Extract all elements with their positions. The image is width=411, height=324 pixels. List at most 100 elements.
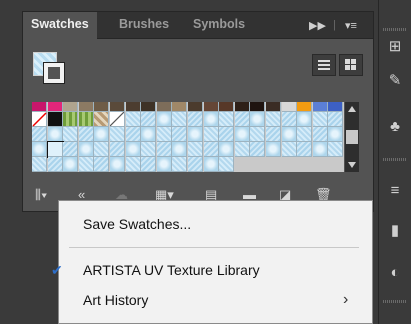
pattern-swatch[interactable] xyxy=(94,112,110,127)
pattern-swatch[interactable] xyxy=(63,157,79,172)
grid-view-button[interactable] xyxy=(339,54,363,76)
color-swatch[interactable] xyxy=(47,102,63,112)
pattern-swatch[interactable] xyxy=(281,112,297,127)
brush-panel-icon[interactable]: ✎ xyxy=(382,70,408,92)
fill-stroke-indicator[interactable] xyxy=(33,52,67,86)
pattern-swatch[interactable] xyxy=(328,112,344,127)
pattern-swatch[interactable] xyxy=(219,157,235,172)
pattern-swatch[interactable] xyxy=(219,112,235,127)
color-swatch[interactable] xyxy=(234,102,250,112)
color-swatch[interactable] xyxy=(281,102,297,112)
swatch-libraries-menu-icon[interactable]: ⫼▾ xyxy=(35,187,47,203)
stroke-swatch[interactable] xyxy=(43,62,65,84)
pattern-swatch[interactable] xyxy=(297,142,313,157)
color-swatch[interactable] xyxy=(32,102,47,112)
pattern-swatch[interactable] xyxy=(125,127,141,142)
pattern-swatch[interactable] xyxy=(110,127,125,142)
pattern-swatch[interactable] xyxy=(328,127,344,142)
pattern-swatch[interactable] xyxy=(172,157,188,172)
pattern-swatch[interactable] xyxy=(156,112,172,127)
pattern-swatch[interactable] xyxy=(156,157,172,172)
fast-forward-icon[interactable]: ▶▶ xyxy=(309,19,326,32)
menu-item-art-history[interactable]: Art History › xyxy=(59,288,372,312)
layers-panel-icon[interactable]: ⊞ xyxy=(382,36,408,58)
pattern-swatch[interactable] xyxy=(47,127,63,142)
scrollbar-thumb[interactable] xyxy=(346,130,358,144)
pattern-swatch[interactable] xyxy=(78,142,94,157)
pattern-swatch[interactable] xyxy=(312,142,328,157)
symbols-panel-icon[interactable]: ♣ xyxy=(382,116,408,138)
pattern-swatch[interactable] xyxy=(63,112,79,127)
pattern-swatch[interactable] xyxy=(172,142,188,157)
pattern-swatch[interactable] xyxy=(141,127,157,142)
pattern-swatch[interactable] xyxy=(94,142,110,157)
menu-item-save-swatches[interactable]: Save Swatches... xyxy=(59,212,372,236)
pattern-swatch[interactable] xyxy=(203,142,219,157)
pattern-swatch[interactable] xyxy=(47,157,63,172)
pattern-swatch[interactable] xyxy=(110,157,125,172)
swatch-grid[interactable] xyxy=(32,102,344,172)
pattern-swatch[interactable] xyxy=(188,112,203,127)
pattern-swatch[interactable] xyxy=(125,157,141,172)
pattern-swatch[interactable] xyxy=(78,157,94,172)
color-swatch[interactable] xyxy=(328,102,344,112)
pattern-swatch[interactable] xyxy=(94,127,110,142)
color-swatch[interactable] xyxy=(297,102,313,112)
color-swatch[interactable] xyxy=(156,102,172,112)
pattern-swatch[interactable] xyxy=(63,142,79,157)
pattern-swatch[interactable] xyxy=(125,142,141,157)
pattern-swatch[interactable] xyxy=(281,127,297,142)
pattern-swatch[interactable] xyxy=(188,127,203,142)
color-swatch[interactable] xyxy=(141,102,157,112)
panel-menu-icon[interactable]: ▾≡ xyxy=(345,19,357,32)
pattern-swatch[interactable] xyxy=(141,157,157,172)
color-swatch[interactable] xyxy=(94,102,110,112)
pattern-swatch[interactable] xyxy=(234,112,250,127)
pattern-swatch[interactable] xyxy=(203,127,219,142)
pattern-swatch[interactable] xyxy=(312,112,328,127)
color-swatch[interactable] xyxy=(78,102,94,112)
pattern-swatch[interactable] xyxy=(266,112,281,127)
pattern-swatch[interactable] xyxy=(250,127,266,142)
pattern-swatch[interactable] xyxy=(32,127,47,142)
pattern-swatch[interactable] xyxy=(312,127,328,142)
pattern-swatch[interactable] xyxy=(250,142,266,157)
pattern-swatch[interactable] xyxy=(266,127,281,142)
none-swatch[interactable] xyxy=(32,112,47,127)
tab-brushes[interactable]: Brushes xyxy=(111,12,177,38)
stroke-panel-icon[interactable]: ≡ xyxy=(382,180,408,202)
pattern-swatch[interactable] xyxy=(297,127,313,142)
gradient-panel-icon[interactable]: ▮ xyxy=(382,220,408,242)
pattern-swatch[interactable] xyxy=(203,112,219,127)
tab-swatches[interactable]: Swatches xyxy=(23,12,97,39)
color-swatch[interactable] xyxy=(203,102,219,112)
pattern-swatch[interactable] xyxy=(219,142,235,157)
pattern-swatch[interactable] xyxy=(188,157,203,172)
color-swatch[interactable] xyxy=(110,102,125,112)
tab-symbols[interactable]: Symbols xyxy=(185,12,253,38)
selected-swatch[interactable] xyxy=(46,141,64,158)
color-swatch[interactable] xyxy=(266,102,281,112)
color-swatch[interactable] xyxy=(219,102,235,112)
pattern-swatch[interactable] xyxy=(203,157,219,172)
pattern-swatch[interactable] xyxy=(141,112,157,127)
color-swatch[interactable] xyxy=(125,102,141,112)
pattern-swatch[interactable] xyxy=(63,127,79,142)
color-swatch[interactable] xyxy=(250,102,266,112)
pattern-swatch[interactable] xyxy=(234,127,250,142)
pattern-swatch[interactable] xyxy=(172,127,188,142)
pattern-swatch[interactable] xyxy=(125,112,141,127)
pattern-swatch[interactable] xyxy=(110,142,125,157)
list-view-button[interactable] xyxy=(312,54,336,76)
color-swatch[interactable] xyxy=(172,102,188,112)
pattern-swatch[interactable] xyxy=(250,112,266,127)
registration-swatch[interactable] xyxy=(47,112,63,127)
transparency-panel-icon[interactable]: ◐ xyxy=(382,262,408,284)
pattern-swatch[interactable] xyxy=(78,127,94,142)
pattern-swatch[interactable] xyxy=(110,112,125,127)
pattern-swatch[interactable] xyxy=(156,142,172,157)
pattern-swatch[interactable] xyxy=(141,142,157,157)
pattern-swatch[interactable] xyxy=(297,112,313,127)
pattern-swatch[interactable] xyxy=(32,142,47,157)
color-swatch[interactable] xyxy=(188,102,203,112)
